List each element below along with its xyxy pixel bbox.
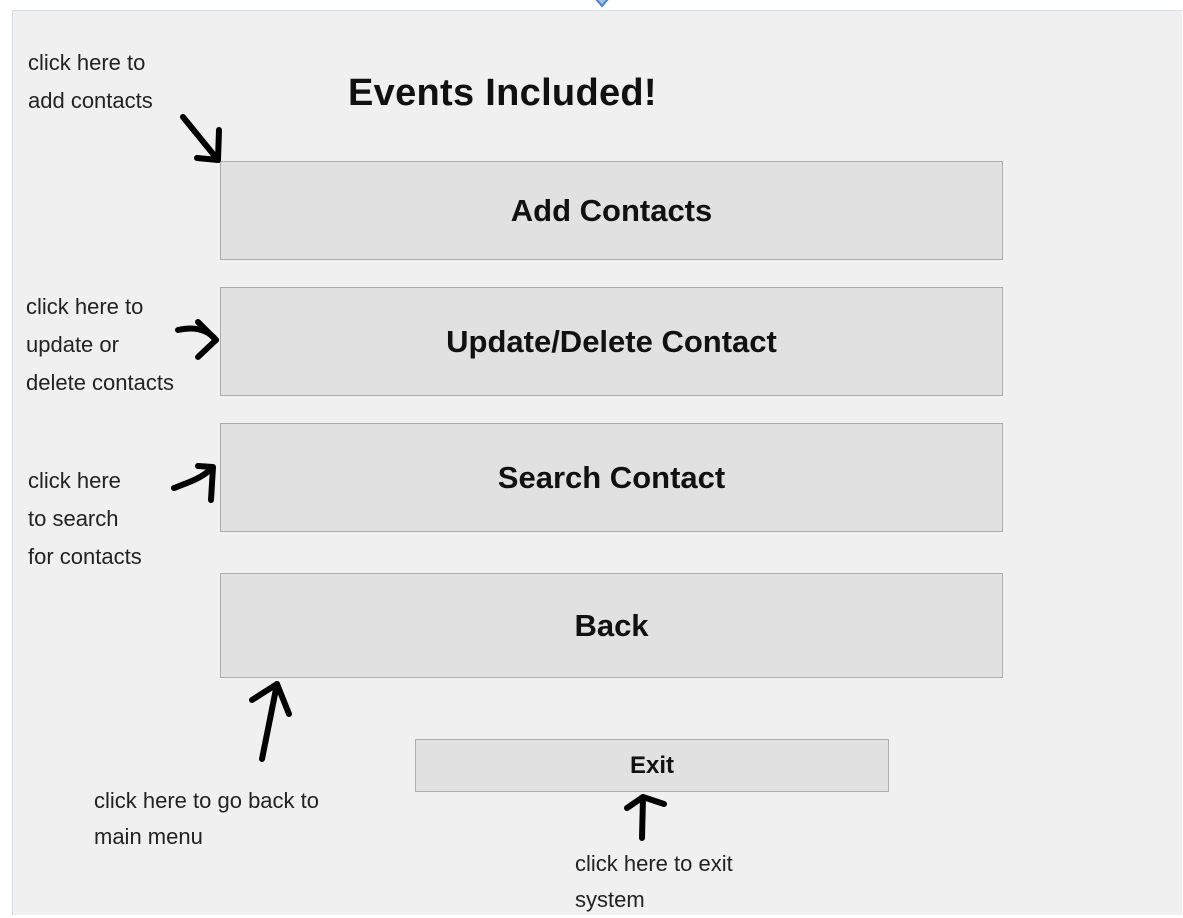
exit-button[interactable]: Exit [415,739,889,792]
search-contact-button[interactable]: Search Contact [220,423,1003,532]
annotation-line: click here to [26,294,144,319]
back-button[interactable]: Back [220,573,1003,678]
chevron-down-icon [595,0,609,8]
annotation-update-delete: click here to update or delete contacts [26,288,174,402]
update-delete-contact-button[interactable]: Update/Delete Contact [220,287,1003,396]
annotation-line: click here to go back to [94,788,320,813]
annotation-line: main menu [94,824,203,849]
annotation-line: to search [28,506,119,531]
annotation-search: click here to search for contacts [28,462,142,576]
annotation-line: delete contacts [26,370,174,395]
annotation-line: add contacts [28,88,153,113]
annotation-line: update or [26,332,119,357]
annotation-line: system [575,887,645,912]
annotation-line: click here [28,468,121,493]
add-contacts-button[interactable]: Add Contacts [220,161,1003,260]
annotation-back: click here to go back to main menu [94,783,319,855]
annotation-add-contacts: click here to add contacts [28,44,153,120]
annotation-line: click here to exit [575,851,733,876]
annotation-line: for contacts [28,544,142,569]
annotation-exit: click here to exit system [575,846,733,918]
page-title: Events Included! [348,72,657,114]
annotation-line: click here to [28,50,146,75]
